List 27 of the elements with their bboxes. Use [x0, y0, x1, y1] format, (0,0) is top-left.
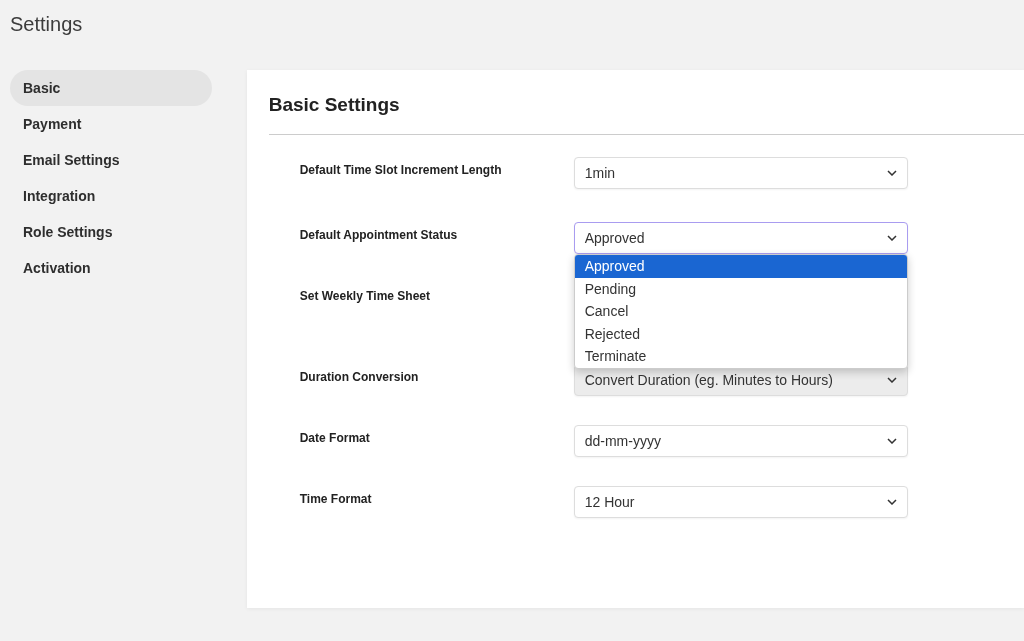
field-label: Default Time Slot Increment Length: [299, 162, 503, 179]
page-title: Settings: [9, 12, 84, 37]
sidebar-item[interactable]: Email Settings: [10, 142, 212, 178]
sidebar-item[interactable]: Basic: [10, 70, 212, 106]
field-label: Time Format: [299, 491, 373, 508]
dropdown-option[interactable]: Rejected: [574, 322, 907, 345]
field-label: Duration Conversion: [299, 369, 420, 386]
field-label: Default Appointment Status: [299, 227, 459, 244]
select-field[interactable]: 1min: [573, 157, 908, 189]
sidebar-item[interactable]: Role Settings: [10, 214, 212, 250]
sidebar-item[interactable]: Activation: [10, 250, 212, 286]
chevron-down-icon: [886, 170, 897, 176]
chevron-down-icon: [886, 377, 897, 383]
dropdown-option[interactable]: Pending: [574, 277, 907, 300]
dropdown-option[interactable]: Cancel: [574, 300, 907, 323]
chevron-down-icon: [886, 499, 897, 505]
chevron-down-icon: [886, 438, 897, 444]
sidebar-item[interactable]: Integration: [10, 178, 212, 214]
card-title: Basic Settings: [267, 93, 401, 117]
field-label: Date Format: [299, 430, 371, 447]
dropdown-option[interactable]: Approved: [574, 255, 907, 278]
select-field[interactable]: Approved: [573, 222, 908, 254]
select-field[interactable]: dd-mm-yyyy: [573, 425, 908, 457]
field-label: Set Weekly Time Sheet: [299, 288, 431, 305]
sidebar-item[interactable]: Payment: [10, 106, 212, 142]
chevron-down-icon: [886, 235, 897, 241]
select-field[interactable]: 12 Hour: [573, 486, 908, 518]
